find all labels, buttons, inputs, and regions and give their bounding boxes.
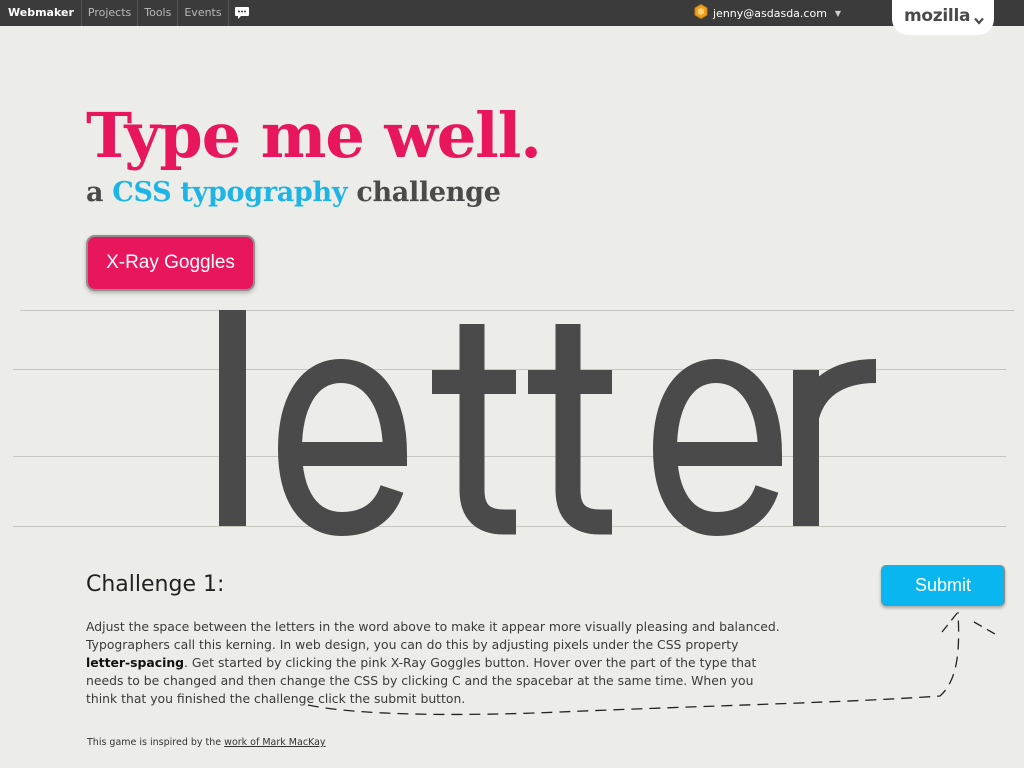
credit-prefix: This game is inspired by the [87,737,225,748]
credit-line: This game is inspired by the work of Mar… [87,737,326,748]
dashed-arrow [307,611,996,716]
credit-link[interactable]: work of Mark MacKay [224,737,325,748]
